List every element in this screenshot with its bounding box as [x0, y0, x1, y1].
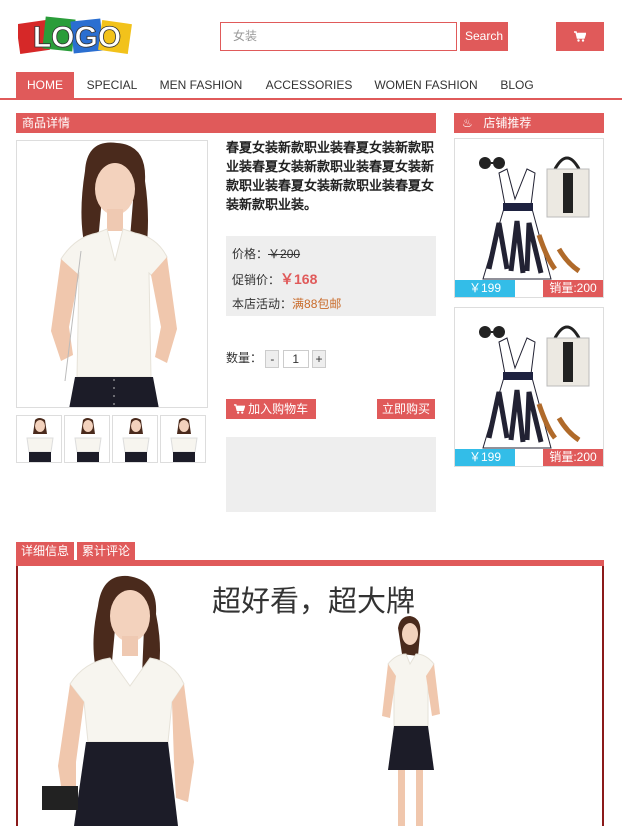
quantity-minus-button[interactable]: -: [265, 349, 280, 368]
cart-icon: [574, 31, 587, 43]
nav-men-fashion[interactable]: MEN FASHION: [152, 72, 250, 98]
cart-icon: [233, 404, 246, 414]
nav-home[interactable]: HOME: [16, 72, 74, 98]
nav-accessories[interactable]: ACCESSORIES: [258, 72, 360, 98]
search-input[interactable]: 女装: [220, 22, 457, 51]
product-thumbnail[interactable]: [64, 415, 110, 463]
recommend-title: 店铺推荐: [483, 116, 532, 130]
add-to-cart-button[interactable]: 加入购物车: [226, 399, 316, 419]
recommend-item[interactable]: ￥199 销量:200: [454, 307, 604, 467]
fire-icon: ♨: [462, 116, 473, 130]
product-thumbnail[interactable]: [16, 415, 62, 463]
recommend-item[interactable]: ￥199 销量:200: [454, 138, 604, 298]
product-thumbnail[interactable]: [112, 415, 158, 463]
activity-value[interactable]: 满88包邮: [292, 297, 341, 311]
nav-special[interactable]: SPECIAL: [80, 72, 144, 98]
promo-row: 促销价：￥168: [232, 267, 430, 292]
tab-reviews[interactable]: 累计评论: [77, 542, 136, 561]
logo-text: LOGO: [33, 21, 121, 54]
promo-label: 促销价：: [232, 273, 281, 287]
price-label: 价格：: [232, 247, 269, 261]
product-title: 春夏女装新款职业装春夏女装新款职业装春夏女装新款职业装春夏女装新款职业装春夏女装…: [226, 140, 435, 212]
main-nav: HOME SPECIAL MEN FASHION ACCESSORIES WOM…: [0, 72, 622, 100]
quantity-plus-button[interactable]: +: [312, 349, 327, 368]
recommend-section-header: ♨ 店铺推荐: [454, 113, 604, 133]
add-to-cart-label: 加入购物车: [248, 402, 309, 416]
original-price: ￥200: [268, 247, 301, 261]
logo[interactable]: LOGO: [16, 10, 136, 60]
product-section-title: 商品详情: [16, 113, 436, 133]
nav-women-fashion[interactable]: WOMEN FASHION: [368, 72, 484, 98]
recommend-price: ￥199: [455, 280, 515, 297]
search-button[interactable]: Search: [460, 22, 508, 51]
recommend-price: ￥199: [455, 449, 515, 466]
product-thumbnail[interactable]: [160, 415, 206, 463]
info-placeholder-box: [226, 437, 436, 512]
activity-label: 本店活动：: [232, 297, 293, 311]
quantity-input[interactable]: 1: [282, 349, 309, 368]
quantity-stepper: 数量： - 1 +: [226, 349, 327, 368]
product-main-image[interactable]: [16, 140, 208, 408]
price-box: 价格：￥200 促销价：￥168 本店活动：满88包邮: [226, 236, 436, 316]
nav-blog[interactable]: BLOG: [492, 72, 542, 98]
price-row: 价格：￥200: [232, 242, 430, 267]
tab-details[interactable]: 详细信息: [16, 542, 75, 561]
recommend-sales: 销量:200: [543, 280, 603, 297]
promo-price: ￥168: [280, 271, 318, 287]
activity-row: 本店活动：满88包邮: [232, 292, 430, 317]
cart-button[interactable]: [556, 22, 604, 51]
buy-now-button[interactable]: 立即购买: [377, 399, 435, 419]
quantity-label: 数量：: [226, 351, 263, 365]
recommend-sales: 销量:200: [543, 449, 603, 466]
detail-slogan: 超好看，超大牌: [212, 584, 416, 618]
